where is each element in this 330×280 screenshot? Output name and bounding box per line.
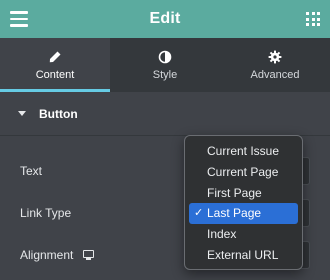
tab-advanced-label: Advanced <box>250 69 300 81</box>
dropdown-option[interactable]: External URL <box>189 245 298 266</box>
pencil-icon <box>49 51 61 63</box>
caret-down-icon <box>18 111 26 116</box>
gear-icon <box>268 50 282 64</box>
dropdown-option[interactable]: Current Issue <box>189 141 298 162</box>
desktop-monitor-icon[interactable] <box>83 250 95 260</box>
option-label: First Page <box>207 185 262 200</box>
text-field-label: Text <box>20 164 43 178</box>
option-label: Current Page <box>207 164 279 179</box>
header-title: Edit <box>149 10 181 27</box>
grid-icon[interactable] <box>306 12 320 26</box>
tab-style-label: Style <box>152 69 178 81</box>
dropdown-option[interactable]: Current Page <box>189 162 298 183</box>
editor-header: Edit <box>0 0 330 38</box>
alignment-label: Alignment <box>20 248 74 262</box>
tab-content-label: Content <box>35 69 75 81</box>
tab-advanced[interactable]: Advanced <box>220 38 330 92</box>
option-label: External URL <box>207 247 279 262</box>
link-type-label: Link Type <box>20 206 72 220</box>
tab-content[interactable]: Content <box>0 38 110 92</box>
dropdown-option[interactable]: Index <box>189 224 298 245</box>
link-type-dropdown-menu: Current Issue Current Page First Page ✓ … <box>184 135 303 270</box>
section-button-header[interactable]: Button <box>0 92 330 136</box>
checkmark-icon: ✓ <box>194 207 204 220</box>
option-label: Last Page <box>207 206 262 221</box>
option-label: Index <box>207 227 237 242</box>
option-label: Current Issue <box>207 144 280 158</box>
contrast-icon <box>158 50 172 64</box>
tab-style[interactable]: Style <box>110 38 220 92</box>
dropdown-option[interactable]: First Page <box>189 183 298 204</box>
hamburger-menu-icon[interactable] <box>10 11 28 27</box>
dropdown-option-selected[interactable]: ✓ Last Page <box>189 203 298 225</box>
section-title: Button <box>39 106 78 121</box>
panel-tabs: Content Style Advanced <box>0 38 330 92</box>
